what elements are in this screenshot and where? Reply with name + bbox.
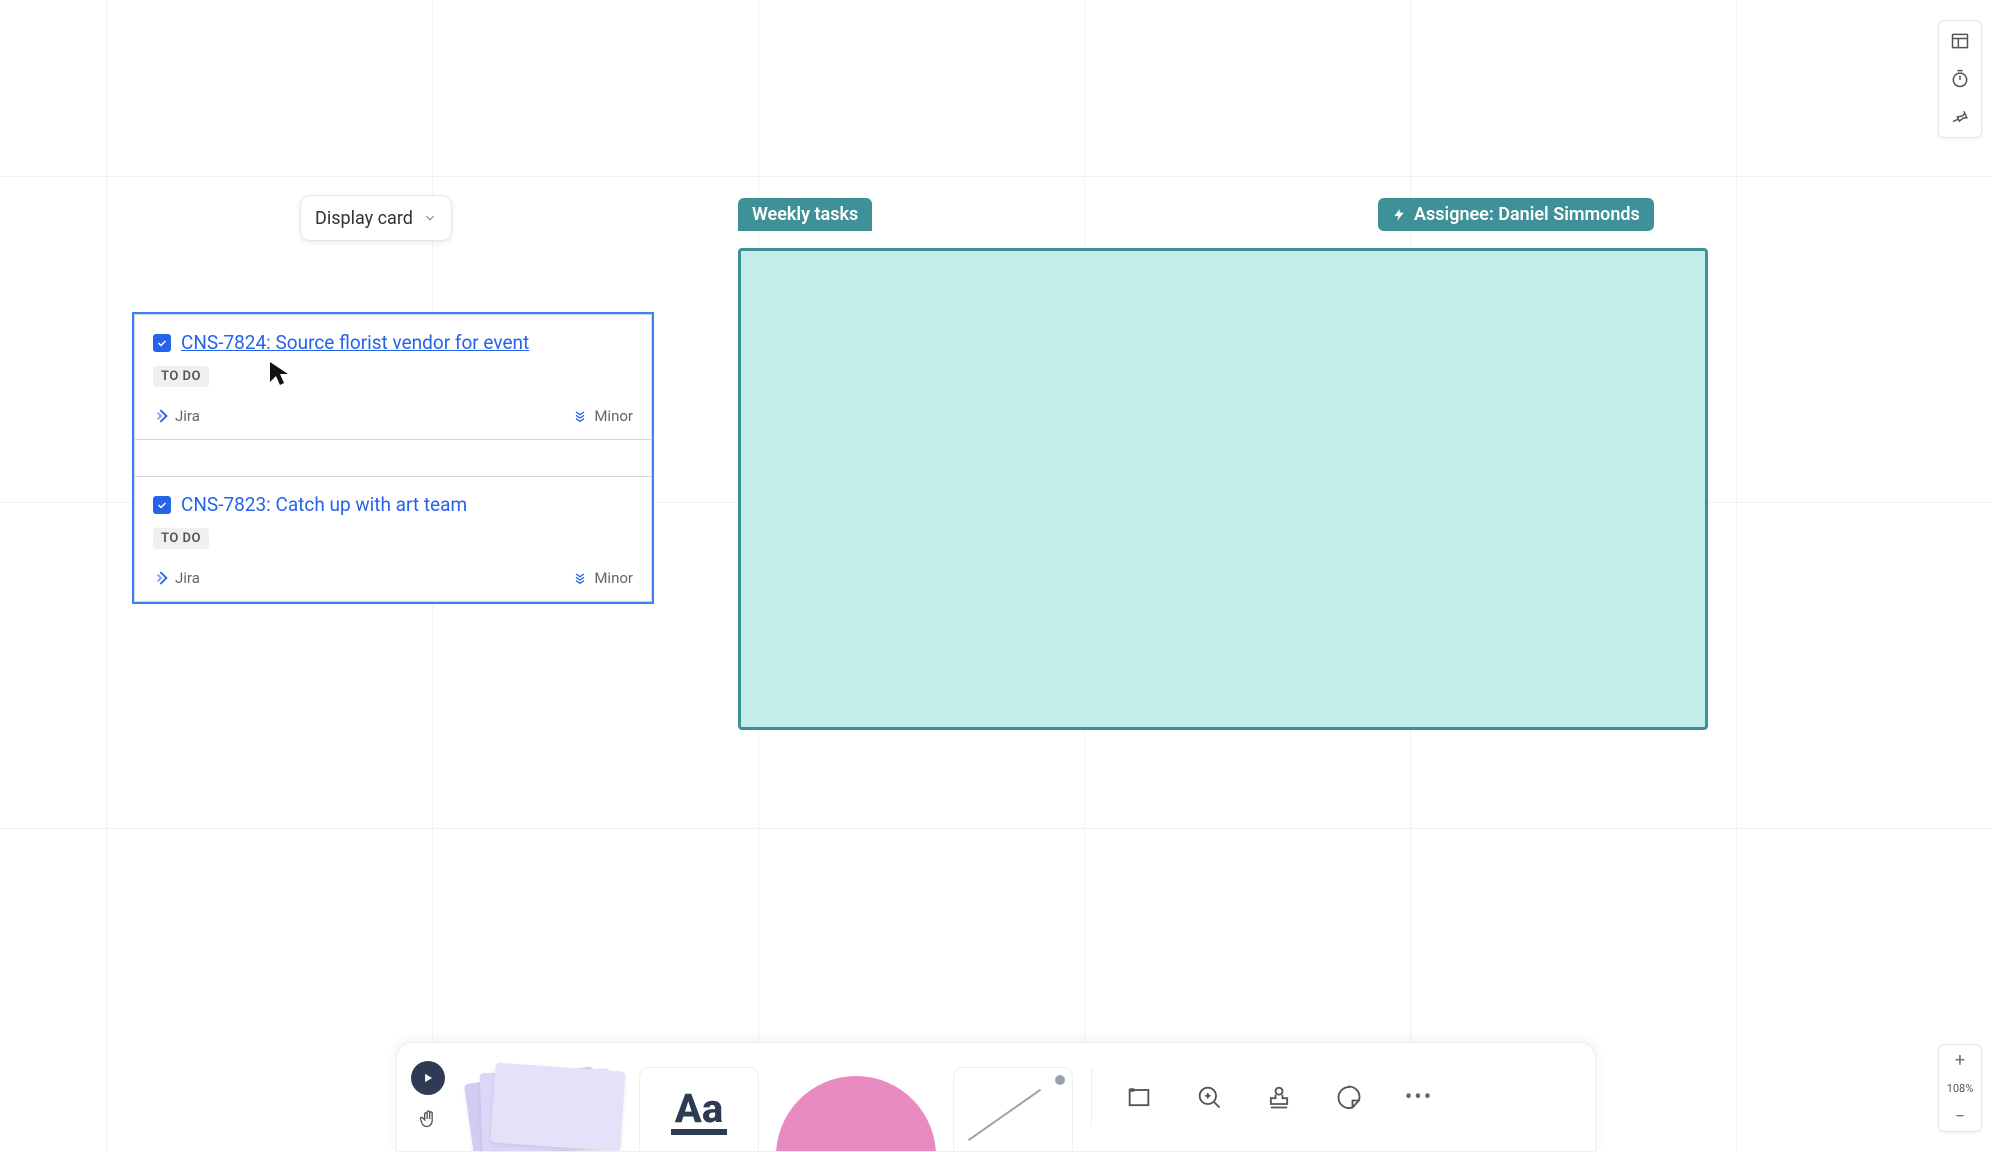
- priority-minor-icon: [572, 408, 588, 424]
- pin-icon[interactable]: [1944, 101, 1976, 133]
- frame-title: Weekly tasks: [752, 204, 858, 225]
- sticker-tool[interactable]: [1320, 1068, 1378, 1126]
- priority-label: Minor: [594, 569, 633, 587]
- jira-card[interactable]: CNS-7823: Catch up with art team TO DO J…: [134, 476, 652, 602]
- present-button[interactable]: [411, 1061, 445, 1095]
- sticky-note-tool[interactable]: [457, 1067, 627, 1152]
- zoom-out-button[interactable]: −: [1939, 1101, 1981, 1131]
- canvas[interactable]: + 108% − Display card CNS-7824: Source f…: [0, 0, 1992, 1152]
- task-type-icon: [153, 496, 171, 514]
- text-tool-glyph: Aa: [671, 1089, 727, 1135]
- smart-section-tag[interactable]: Assignee: Daniel Simmonds: [1378, 198, 1654, 231]
- frame-title-tab[interactable]: Weekly tasks: [738, 198, 872, 231]
- priority-minor-icon: [572, 570, 588, 586]
- card-spacer: [134, 440, 652, 476]
- jira-icon: [153, 570, 169, 586]
- jira-icon: [153, 408, 169, 424]
- circle-icon: [776, 1076, 936, 1152]
- lightning-icon: [1392, 207, 1406, 223]
- frame-tool[interactable]: [1110, 1068, 1168, 1126]
- jira-card[interactable]: CNS-7824: Source florist vendor for even…: [134, 314, 652, 440]
- bottom-toolbar: Aa •••: [396, 1042, 1596, 1152]
- display-card-dropdown[interactable]: Display card: [300, 195, 452, 241]
- search-sparkle-tool[interactable]: [1180, 1068, 1238, 1126]
- frames-icon[interactable]: [1944, 25, 1976, 57]
- task-type-icon: [153, 334, 171, 352]
- source-label: Jira: [175, 569, 200, 587]
- side-toolbar: [1938, 20, 1982, 138]
- shape-tool[interactable]: [771, 1067, 941, 1152]
- dropdown-label: Display card: [315, 208, 413, 229]
- text-tool[interactable]: Aa: [639, 1067, 759, 1152]
- priority-label: Minor: [594, 407, 633, 425]
- card-title-link[interactable]: CNS-7823: Catch up with art team: [181, 493, 467, 516]
- zoom-level[interactable]: 108%: [1939, 1075, 1981, 1101]
- timer-icon[interactable]: [1944, 63, 1976, 95]
- status-badge: TO DO: [153, 528, 209, 549]
- weekly-tasks-frame[interactable]: [738, 248, 1708, 730]
- connector-tool[interactable]: [953, 1067, 1073, 1152]
- ellipsis-icon: •••: [1405, 1085, 1433, 1110]
- toolbar-divider: [1091, 1068, 1092, 1126]
- zoom-controls: + 108% −: [1938, 1044, 1982, 1132]
- line-icon: [965, 1077, 1061, 1147]
- hand-tool-button[interactable]: [414, 1105, 442, 1133]
- cards-selection[interactable]: CNS-7824: Source florist vendor for even…: [132, 312, 654, 604]
- more-tools-button[interactable]: •••: [1390, 1068, 1448, 1126]
- chevron-down-icon: [423, 211, 437, 225]
- stamp-tool[interactable]: [1250, 1068, 1308, 1126]
- source-label: Jira: [175, 407, 200, 425]
- assignee-label: Assignee: Daniel Simmonds: [1414, 204, 1640, 225]
- card-title-link[interactable]: CNS-7824: Source florist vendor for even…: [181, 331, 529, 354]
- status-badge: TO DO: [153, 366, 209, 387]
- zoom-in-button[interactable]: +: [1939, 1045, 1981, 1075]
